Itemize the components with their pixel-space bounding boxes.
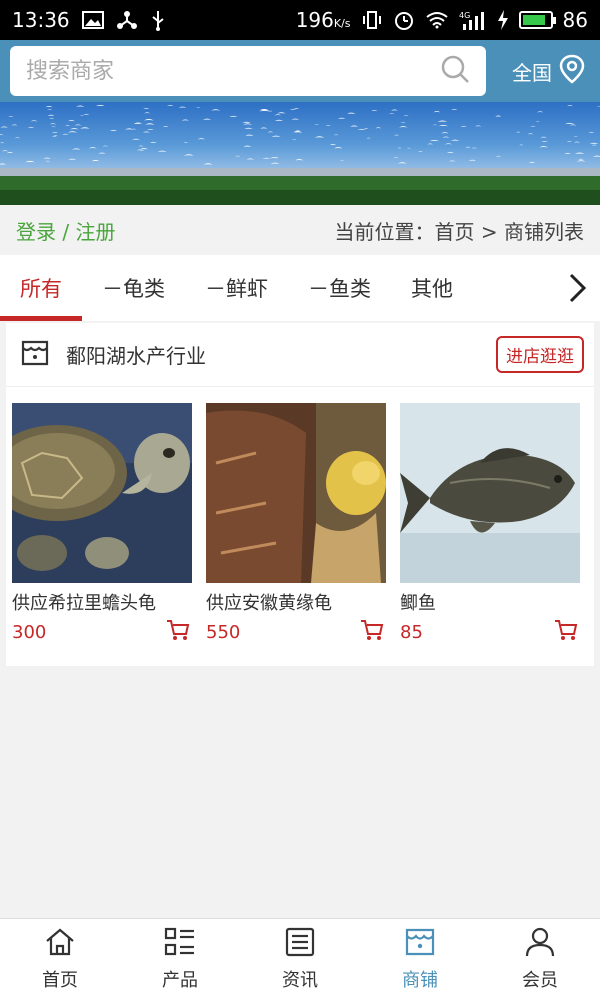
search-input[interactable] (26, 58, 440, 84)
product-image-fish[interactable] (400, 403, 580, 583)
vibrate-icon (361, 10, 383, 30)
nav-member[interactable]: 会员 (480, 919, 600, 1000)
product-name[interactable]: 供应希拉里蟾头龟 (12, 589, 194, 615)
product-image-turtle[interactable] (12, 403, 192, 583)
chevron-right-icon[interactable] (554, 255, 600, 321)
region-label: 全国 (512, 60, 552, 85)
tab-other[interactable]: 其他 (391, 255, 473, 321)
net-speed: 196K/s (295, 8, 351, 32)
tab-turtle[interactable]: －龟类 (82, 255, 185, 321)
usb-icon (150, 9, 166, 31)
nav-products[interactable]: 产品 (120, 919, 240, 1000)
nav-label: 资讯 (282, 970, 318, 991)
tab-fish[interactable]: －鱼类 (288, 255, 391, 321)
nav-label: 首页 (42, 970, 78, 991)
top-header: 全国 (0, 40, 600, 102)
nav-news[interactable]: 资讯 (240, 919, 360, 1000)
image-icon (81, 11, 104, 29)
shop-header: 鄱阳湖水产行业 进店逛逛 (6, 323, 594, 387)
bottom-nav: 首页 产品 资讯 商铺 会员 (0, 918, 600, 1000)
battery-icon (518, 11, 556, 29)
region-selector[interactable]: 全国 (512, 54, 590, 89)
list-icon (164, 927, 196, 962)
product-list: 供应希拉里蟾头龟 300 供应安徽黄缘龟 550 鲫鱼 85 (6, 387, 594, 645)
product-item[interactable]: 鲫鱼 85 (400, 403, 582, 645)
product-name[interactable]: 鲫鱼 (400, 589, 582, 615)
wifi-icon (425, 11, 449, 29)
cart-icon[interactable] (360, 619, 384, 645)
shop-card: 鄱阳湖水产行业 进店逛逛 供应希拉里蟾头龟 300 供应安徽黄缘龟 550 鲫鱼… (6, 323, 594, 666)
user-icon (524, 927, 556, 962)
signal-icon: 4G (459, 10, 487, 30)
product-name[interactable]: 供应安徽黄缘龟 (206, 589, 388, 615)
news-icon (284, 927, 316, 962)
login-register-link[interactable]: 登录 / 注册 (16, 216, 115, 245)
shop-name[interactable]: 鄱阳湖水产行业 (66, 340, 206, 369)
product-item[interactable]: 供应安徽黄缘龟 550 (206, 403, 388, 645)
cart-icon[interactable] (554, 619, 578, 645)
tab-shrimp[interactable]: －鲜虾 (185, 255, 288, 321)
enter-shop-button[interactable]: 进店逛逛 (496, 336, 584, 373)
home-icon (44, 927, 76, 962)
status-bar: 13:36 196K/s 4G 86 (0, 0, 600, 40)
nav-label: 商铺 (402, 970, 438, 991)
breadcrumb-bar: 登录 / 注册 当前位置：首页 > 商铺列表 (0, 205, 600, 255)
cart-icon[interactable] (166, 619, 190, 645)
tab-all[interactable]: 所有 (0, 255, 82, 321)
nav-label: 产品 (162, 970, 198, 991)
category-tabs: 所有 －龟类 －鲜虾 －鱼类 其他 (0, 255, 600, 321)
breadcrumb: 当前位置：首页 > 商铺列表 (334, 219, 584, 244)
product-price: 300 (12, 621, 47, 643)
location-pin-icon (558, 54, 586, 89)
product-image-turtle[interactable] (206, 403, 386, 583)
charging-icon (497, 10, 509, 30)
search-icon[interactable] (440, 54, 470, 88)
nav-label: 会员 (522, 970, 558, 991)
store-icon (20, 338, 50, 372)
status-time: 13:36 (12, 8, 70, 32)
search-box[interactable] (10, 46, 486, 96)
battery-percent: 86 (562, 8, 588, 32)
share-icon (116, 10, 138, 30)
store-icon (404, 927, 436, 962)
alarm-icon (393, 9, 415, 31)
product-price: 550 (206, 621, 241, 643)
banner-image[interactable] (0, 102, 600, 205)
nav-stores[interactable]: 商铺 (360, 919, 480, 1000)
product-item[interactable]: 供应希拉里蟾头龟 300 (12, 403, 194, 645)
product-price: 85 (400, 621, 423, 643)
nav-home[interactable]: 首页 (0, 919, 120, 1000)
svg-text:4G: 4G (459, 11, 470, 20)
